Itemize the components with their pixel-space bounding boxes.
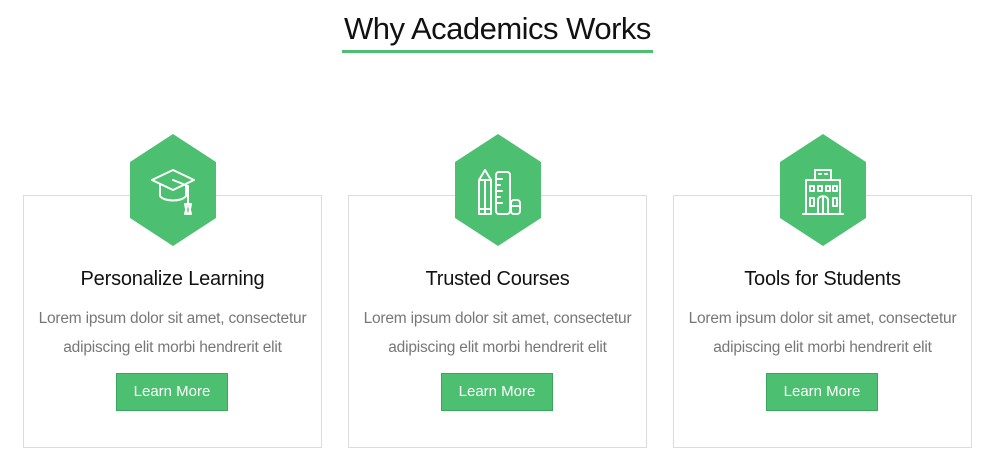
learn-more-button[interactable]: Learn More	[116, 373, 228, 411]
learn-more-button[interactable]: Learn More	[441, 373, 553, 411]
hexagon-badge	[130, 134, 216, 246]
pencil-ruler-icon	[455, 134, 541, 246]
learn-more-button[interactable]: Learn More	[766, 373, 878, 411]
feature-description: Lorem ipsum dolor sit amet, consectetur …	[688, 310, 957, 356]
graduation-cap-icon	[130, 134, 216, 246]
feature-title: Trusted Courses	[425, 268, 570, 290]
feature-title: Tools for Students	[744, 268, 901, 290]
hexagon-badge	[780, 134, 866, 246]
features-row: Personalize Learning Lorem ipsum dolor s…	[0, 0, 995, 470]
hexagon-badge	[455, 134, 541, 246]
school-building-icon	[780, 134, 866, 246]
feature-description: Lorem ipsum dolor sit amet, consectetur …	[38, 310, 307, 356]
feature-description: Lorem ipsum dolor sit amet, consectetur …	[363, 310, 632, 356]
feature-title: Personalize Learning	[80, 268, 265, 290]
